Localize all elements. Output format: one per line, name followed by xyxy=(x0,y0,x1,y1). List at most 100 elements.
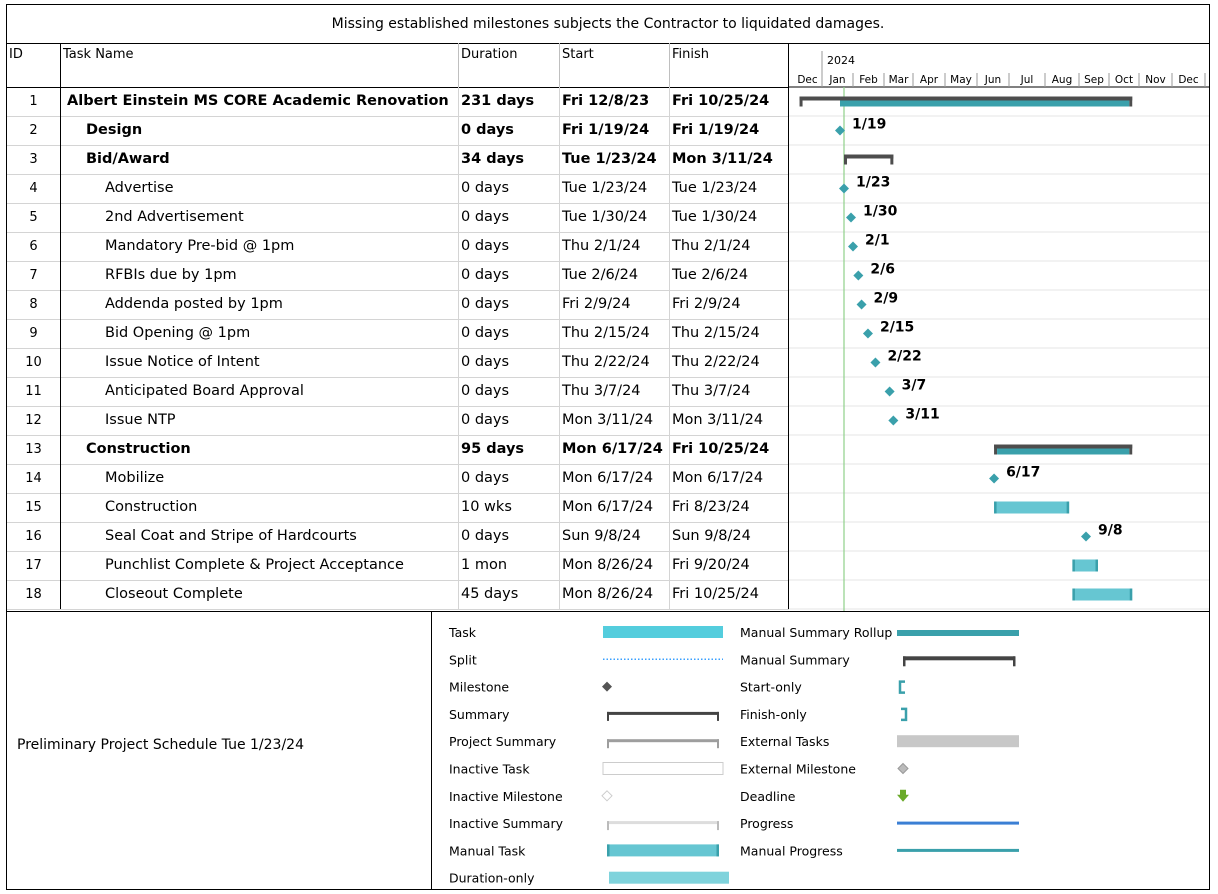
task-id[interactable]: 11 xyxy=(7,377,61,406)
task-id[interactable]: 2 xyxy=(7,116,61,145)
task-name[interactable]: Design xyxy=(61,116,459,145)
task-start[interactable]: Fri 2/9/24 xyxy=(560,290,670,319)
task-id[interactable]: 14 xyxy=(7,464,61,493)
task-id[interactable]: 6 xyxy=(7,232,61,261)
task-row[interactable]: 3 Bid/Award 34 days Tue 1/23/24 Mon 3/11/24 xyxy=(7,145,789,175)
task-start[interactable]: Mon 8/26/24 xyxy=(560,551,670,580)
task-start[interactable]: Tue 1/23/24 xyxy=(560,145,670,174)
task-duration[interactable]: 0 days xyxy=(459,348,560,377)
task-start[interactable]: Fri 1/19/24 xyxy=(560,116,670,145)
task-duration[interactable]: 0 days xyxy=(459,203,560,232)
task-name[interactable]: Seal Coat and Stripe of Hardcourts xyxy=(61,522,459,551)
task-start[interactable]: Tue 2/6/24 xyxy=(560,261,670,290)
task-finish[interactable]: Fri 10/25/24 xyxy=(670,580,789,609)
task-id[interactable]: 4 xyxy=(7,174,61,203)
task-duration[interactable]: 45 days xyxy=(459,580,560,609)
task-id[interactable]: 16 xyxy=(7,522,61,551)
task-name[interactable]: RFBIs due by 1pm xyxy=(61,261,459,290)
task-start[interactable]: Mon 3/11/24 xyxy=(560,406,670,435)
task-name[interactable]: Anticipated Board Approval xyxy=(61,377,459,406)
task-name[interactable]: Closeout Complete xyxy=(61,580,459,609)
task-finish[interactable]: Fri 2/9/24 xyxy=(670,290,789,319)
task-finish[interactable]: Fri 9/20/24 xyxy=(670,551,789,580)
task-id[interactable]: 10 xyxy=(7,348,61,377)
task-name[interactable]: Bid/Award xyxy=(61,145,459,174)
task-finish[interactable]: Mon 6/17/24 xyxy=(670,464,789,493)
task-start[interactable]: Sun 9/8/24 xyxy=(560,522,670,551)
task-finish[interactable]: Thu 3/7/24 xyxy=(670,377,789,406)
task-row[interactable]: 7 RFBIs due by 1pm 0 days Tue 2/6/24 Tue 2/6… xyxy=(7,261,789,291)
task-name[interactable]: Construction xyxy=(61,493,459,522)
task-duration[interactable]: 1 mon xyxy=(459,551,560,580)
task-duration[interactable]: 95 days xyxy=(459,435,560,464)
task-id[interactable]: 18 xyxy=(7,580,61,609)
task-start[interactable]: Fri 12/8/23 xyxy=(560,87,670,116)
task-start[interactable]: Tue 1/30/24 xyxy=(560,203,670,232)
task-duration[interactable]: 0 days xyxy=(459,464,560,493)
task-finish[interactable]: Fri 1/19/24 xyxy=(670,116,789,145)
task-duration[interactable]: 0 days xyxy=(459,116,560,145)
task-start[interactable]: Thu 2/15/24 xyxy=(560,319,670,348)
task-duration[interactable]: 0 days xyxy=(459,522,560,551)
task-row[interactable]: 6 Mandatory Pre-bid @ 1pm 0 days Thu 2/1/24… xyxy=(7,232,789,262)
task-name[interactable]: Punchlist Complete & Project Acceptance xyxy=(61,551,459,580)
task-row[interactable]: 1 Albert Einstein MS CORE Academic Renova… xyxy=(7,87,789,117)
task-row[interactable]: 12 Issue NTP 0 days Mon 3/11/24 Mon 3/11/24 xyxy=(7,406,789,436)
task-id[interactable]: 9 xyxy=(7,319,61,348)
task-duration[interactable]: 0 days xyxy=(459,174,560,203)
task-row[interactable]: 9 Bid Opening @ 1pm 0 days Thu 2/15/24 Thu 2… xyxy=(7,319,789,349)
task-start[interactable]: Mon 6/17/24 xyxy=(560,493,670,522)
task-duration[interactable]: 0 days xyxy=(459,290,560,319)
task-duration[interactable]: 0 days xyxy=(459,377,560,406)
task-row[interactable]: 5 2nd Advertisement 0 days Tue 1/30/24 Tue 1… xyxy=(7,203,789,233)
task-finish[interactable]: Mon 3/11/24 xyxy=(670,406,789,435)
task-row[interactable]: 8 Addenda posted by 1pm 0 days Fri 2/9/24 Fr… xyxy=(7,290,789,320)
task-duration[interactable]: 0 days xyxy=(459,261,560,290)
task-id[interactable]: 8 xyxy=(7,290,61,319)
task-row[interactable]: 13 Construction 95 days Mon 6/17/24 Fri 10/2… xyxy=(7,435,789,465)
task-row[interactable]: 17 Punchlist Complete & Project Acceptanc… xyxy=(7,551,789,581)
task-name[interactable]: Issue NTP xyxy=(61,406,459,435)
task-row[interactable]: 16 Seal Coat and Stripe of Hardcourts 0 da… xyxy=(7,522,789,552)
task-finish[interactable]: Tue 1/23/24 xyxy=(670,174,789,203)
task-start[interactable]: Thu 2/22/24 xyxy=(560,348,670,377)
task-row[interactable]: 11 Anticipated Board Approval 0 days Thu 3/… xyxy=(7,377,789,407)
task-row[interactable]: 4 Advertise 0 days Tue 1/23/24 Tue 1/23/24 xyxy=(7,174,789,204)
task-row[interactable]: 15 Construction 10 wks Mon 6/17/24 Fri 8/23/… xyxy=(7,493,789,523)
task-name[interactable]: Issue Notice of Intent xyxy=(61,348,459,377)
task-name[interactable]: Mandatory Pre-bid @ 1pm xyxy=(61,232,459,261)
task-name[interactable]: Construction xyxy=(61,435,459,464)
col-header-id[interactable]: ID xyxy=(7,43,61,87)
task-start[interactable]: Thu 2/1/24 xyxy=(560,232,670,261)
task-start[interactable]: Tue 1/23/24 xyxy=(560,174,670,203)
task-duration[interactable]: 10 wks xyxy=(459,493,560,522)
task-id[interactable]: 15 xyxy=(7,493,61,522)
task-duration[interactable]: 34 days xyxy=(459,145,560,174)
task-row[interactable]: 10 Issue Notice of Intent 0 days Thu 2/22/2… xyxy=(7,348,789,378)
col-header-duration[interactable]: Duration xyxy=(459,43,560,87)
task-id[interactable]: 5 xyxy=(7,203,61,232)
task-name[interactable]: Mobilize xyxy=(61,464,459,493)
task-id[interactable]: 3 xyxy=(7,145,61,174)
task-name[interactable]: 2nd Advertisement xyxy=(61,203,459,232)
task-row[interactable]: 18 Closeout Complete 45 days Mon 8/26/24 Fri… xyxy=(7,580,789,610)
task-start[interactable]: Mon 6/17/24 xyxy=(560,464,670,493)
task-name[interactable]: Addenda posted by 1pm xyxy=(61,290,459,319)
task-name[interactable]: Advertise xyxy=(61,174,459,203)
task-duration[interactable]: 0 days xyxy=(459,232,560,261)
task-id[interactable]: 13 xyxy=(7,435,61,464)
task-duration[interactable]: 0 days xyxy=(459,406,560,435)
task-finish[interactable]: Thu 2/22/24 xyxy=(670,348,789,377)
task-finish[interactable]: Sun 9/8/24 xyxy=(670,522,789,551)
task-finish[interactable]: Fri 10/25/24 xyxy=(670,87,789,116)
col-header-finish[interactable]: Finish xyxy=(670,43,789,87)
task-row[interactable]: 2 Design 0 days Fri 1/19/24 Fri 1/19/24 xyxy=(7,116,789,146)
task-name[interactable]: Bid Opening @ 1pm xyxy=(61,319,459,348)
task-id[interactable]: 7 xyxy=(7,261,61,290)
task-duration[interactable]: 231 days xyxy=(459,87,560,116)
task-start[interactable]: Mon 8/26/24 xyxy=(560,580,670,609)
task-finish[interactable]: Tue 2/6/24 xyxy=(670,261,789,290)
task-id[interactable]: 12 xyxy=(7,406,61,435)
task-start[interactable]: Thu 3/7/24 xyxy=(560,377,670,406)
task-id[interactable]: 1 xyxy=(7,87,61,116)
